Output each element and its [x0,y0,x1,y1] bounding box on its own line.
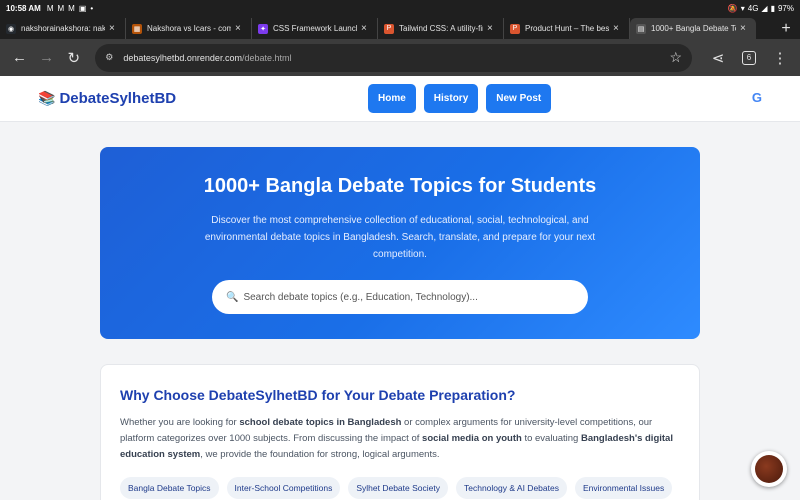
site-settings-icon[interactable]: ⚙ [105,52,113,63]
reload-button[interactable]: ↻ [60,44,87,72]
wifi-icon: ▾ [740,3,745,13]
browser-tab[interactable]: ▦ Nakshora vs Icars - compa × [126,18,252,39]
notification-icon: ▣ [78,3,87,13]
status-bar: 10:58 AM M M M ▣ • 🔕 ▾ 4G ◢ ▮ 97% [0,0,800,16]
menu-icon[interactable]: ⋮ [766,44,794,72]
tab-strip: ◉ nakshorainakshora: naksho × ▦ Nakshora vs … [0,16,800,39]
browser-tab[interactable]: ✦ CSS Framework Launch & T × [252,18,378,39]
why-choose-card: Why Choose DebateSylhetBD for Your Debat… [100,364,700,500]
logo-text: DebateSylhetBD [59,90,177,107]
tab-label: Nakshora vs Icars - compa [147,24,231,33]
hero-description: Discover the most comprehensive collecti… [204,215,596,260]
nav-home-button[interactable]: Home [368,84,416,113]
books-icon: 📚 [38,90,56,106]
tag-environmental[interactable]: Environmental Issues [574,477,673,499]
tab-close-icon[interactable]: × [487,23,497,34]
search-icon: 🔍 [226,291,239,303]
tab-count-button[interactable]: 6 [742,50,756,65]
hero-banner: 1000+ Bangla Debate Topics for Students … [100,147,700,339]
mute-icon: 🔕 [727,3,738,13]
nav-new-post-button[interactable]: New Post [486,84,552,113]
signal-icon: ◢ [761,3,768,13]
status-time: 10:58 AM [6,3,41,13]
search-input[interactable] [243,291,574,303]
battery-icon: ▮ [770,3,775,13]
browser-tab[interactable]: P Product Hunt – The best ne × [504,18,630,39]
share-icon[interactable]: ⋖ [704,44,732,72]
url-text[interactable]: debatesylhetbd.onrender.com/debate.html [123,53,669,63]
browser-tab[interactable]: P Tailwind CSS: A utility-first × [378,18,504,39]
keyword-social-media: social media on youth [422,433,522,444]
address-bar[interactable]: ⚙ debatesylhetbd.onrender.com/debate.htm… [95,43,692,72]
tab-close-icon[interactable]: × [109,23,119,34]
tab-label: CSS Framework Launch & T [273,24,357,33]
back-button[interactable]: ← [6,44,33,72]
tab-favicon-icon: P [510,23,520,34]
battery-level: 97% [777,3,794,13]
new-tab-button[interactable]: + [772,18,800,39]
forward-button[interactable]: → [33,44,60,72]
tab-favicon-icon: ▤ [636,23,646,34]
keyword-school-debate: school debate topics in Bangladesh [239,417,402,428]
browser-toolbar: ← → ↻ ⚙ debatesylhetbd.onrender.com/deba… [0,39,800,76]
google-signin-icon[interactable]: G [752,90,762,105]
chat-bubble-button[interactable] [751,451,787,487]
bookmark-star-icon[interactable]: ☆ [669,49,682,66]
search-box[interactable]: 🔍 [212,280,588,314]
url-host: debatesylhetbd.onrender.com [123,52,242,63]
browser-tab[interactable]: ◉ nakshorainakshora: naksho × [0,18,126,39]
tab-label: nakshorainakshora: naksho [21,24,105,33]
tab-close-icon[interactable]: × [613,23,623,34]
tab-favicon-icon: ▦ [132,23,142,34]
why-paragraph: Whether you are looking for school debat… [120,417,673,460]
tab-label: 1000+ Bangla Debate Topi [651,24,736,33]
browser-tab[interactable]: ▤ 1000+ Bangla Debate Topi × [630,18,756,39]
why-heading: Why Choose DebateSylhetBD for Your Debat… [120,387,516,403]
mail-icon: M [57,3,65,13]
site-header: 📚 DebateSylhetBD Home History New Post G [0,76,800,122]
tab-close-icon[interactable]: × [235,23,245,34]
site-nav: Home History New Post [368,84,552,113]
tab-favicon-icon: ✦ [258,23,268,34]
topic-tags: Bangla Debate Topics Inter-School Compet… [120,477,680,499]
mail-icon: M [68,3,75,13]
tab-favicon-icon: P [384,23,394,34]
site-logo[interactable]: 📚 DebateSylhetBD [38,90,176,107]
tab-close-icon[interactable]: × [361,23,371,34]
hero-title: 1000+ Bangla Debate Topics for Students [203,175,597,197]
dot-icon: • [90,3,94,13]
chat-avatar-icon [755,455,783,483]
nav-history-button[interactable]: History [423,84,479,113]
tab-label: Product Hunt – The best ne [525,24,609,33]
tag-sylhet-society[interactable]: Sylhet Debate Society [348,477,448,499]
mail-icon: M [46,3,54,13]
network-label: 4G [747,3,759,13]
url-path: /debate.html [241,52,292,63]
tag-bangla-debate-topics[interactable]: Bangla Debate Topics [120,477,219,499]
tag-inter-school[interactable]: Inter-School Competitions [226,477,341,499]
web-page: 📚 DebateSylhetBD Home History New Post G… [0,76,800,500]
tab-label: Tailwind CSS: A utility-first [399,24,483,33]
tag-tech-ai[interactable]: Technology & AI Debates [455,477,567,499]
tab-close-icon[interactable]: × [740,23,750,34]
tab-favicon-icon: ◉ [6,23,16,34]
